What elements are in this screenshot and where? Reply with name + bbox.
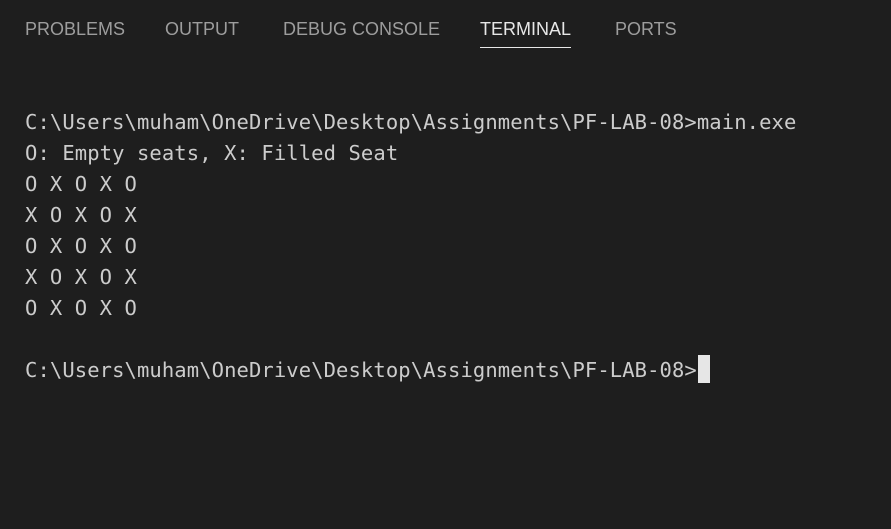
tab-problems[interactable]: PROBLEMS [25,17,125,43]
terminal-output-row: O X O X O [25,234,137,258]
terminal-output-row: O X O X O [25,172,137,196]
terminal-output-area[interactable]: C:\Users\muham\OneDrive\Desktop\Assignme… [25,107,891,529]
tab-debug-console[interactable]: DEBUG CONSOLE [283,17,440,43]
terminal-prompt: C:\Users\muham\OneDrive\Desktop\Assignme… [25,358,697,382]
panel-tab-bar: PROBLEMS OUTPUT DEBUG CONSOLE TERMINAL P… [0,0,891,58]
tab-output[interactable]: OUTPUT [165,17,239,43]
tab-ports[interactable]: PORTS [615,17,677,43]
terminal-output-row: X O X O X [25,203,137,227]
terminal-output-legend: O: Empty seats, X: Filled Seat [25,141,399,165]
tab-terminal[interactable]: TERMINAL [480,17,572,48]
terminal-command-line: C:\Users\muham\OneDrive\Desktop\Assignme… [25,110,797,134]
terminal-prompt-line[interactable]: C:\Users\muham\OneDrive\Desktop\Assignme… [25,355,891,386]
terminal-output-row: X O X O X [25,265,137,289]
terminal-output-row: O X O X O [25,296,137,320]
terminal-cursor [697,355,710,383]
